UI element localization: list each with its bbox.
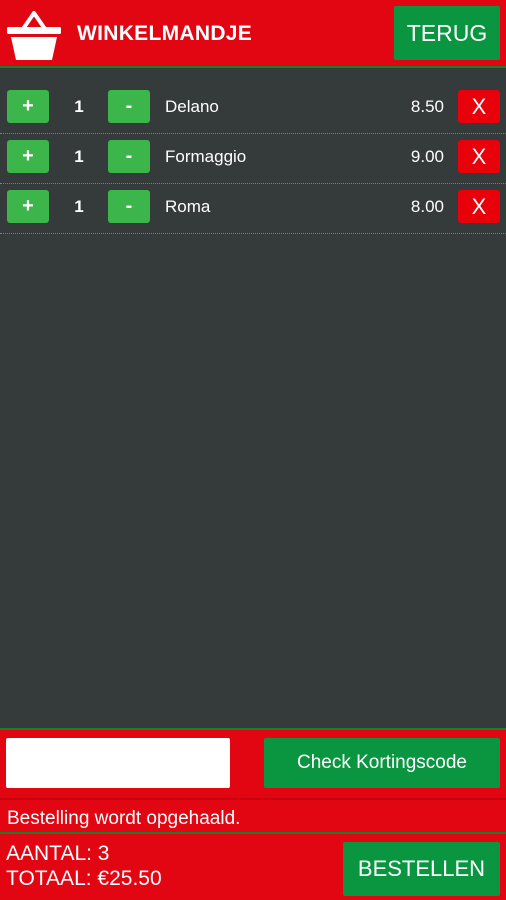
item-quantity: 1 <box>74 197 84 216</box>
order-total: TOTAAL: €25.50 <box>6 867 162 890</box>
discount-bar: Check Kortingscode <box>0 728 506 798</box>
footer-bar: AANTAL: 3 TOTAAL: €25.50 BESTELLEN <box>0 834 506 900</box>
increase-quantity-button[interactable]: + <box>7 190 49 223</box>
remove-item-button[interactable]: X <box>458 140 500 173</box>
item-price: 8.50 <box>410 97 444 116</box>
order-status-text: Bestelling wordt opgehaald. <box>7 808 241 829</box>
cart-item: + 1 - Roma 8.00 X <box>0 184 506 234</box>
page-title: WINKELMANDJE <box>77 22 253 45</box>
item-name: Formaggio <box>165 147 247 166</box>
remove-item-button[interactable]: X <box>458 190 500 223</box>
cart-list: + 1 - Delano 8.50 X + 1 - Formaggio 9.00… <box>0 84 506 234</box>
increase-quantity-button[interactable]: + <box>7 140 49 173</box>
item-price: 9.00 <box>410 147 444 166</box>
item-count: AANTAL: 3 <box>6 842 110 865</box>
remove-item-button[interactable]: X <box>458 90 500 123</box>
item-name: Roma <box>165 197 211 216</box>
item-quantity: 1 <box>74 147 84 166</box>
cart-item: + 1 - Delano 8.50 X <box>0 84 506 134</box>
header-bar: WINKELMANDJE TERUG <box>0 0 506 68</box>
item-quantity: 1 <box>74 97 84 116</box>
discount-code-input[interactable] <box>6 738 230 788</box>
cart-item: + 1 - Formaggio 9.00 X <box>0 134 506 184</box>
check-discount-button[interactable]: Check Kortingscode <box>264 738 500 788</box>
place-order-button[interactable]: BESTELLEN <box>343 842 500 896</box>
decrease-quantity-button[interactable]: - <box>108 90 150 123</box>
status-bar: Bestelling wordt opgehaald. <box>0 798 506 834</box>
item-price: 8.00 <box>410 197 444 216</box>
back-button[interactable]: TERUG <box>394 6 500 60</box>
item-name: Delano <box>165 97 219 116</box>
increase-quantity-button[interactable]: + <box>7 90 49 123</box>
decrease-quantity-button[interactable]: - <box>108 190 150 223</box>
basket-icon <box>7 11 61 60</box>
decrease-quantity-button[interactable]: - <box>108 140 150 173</box>
